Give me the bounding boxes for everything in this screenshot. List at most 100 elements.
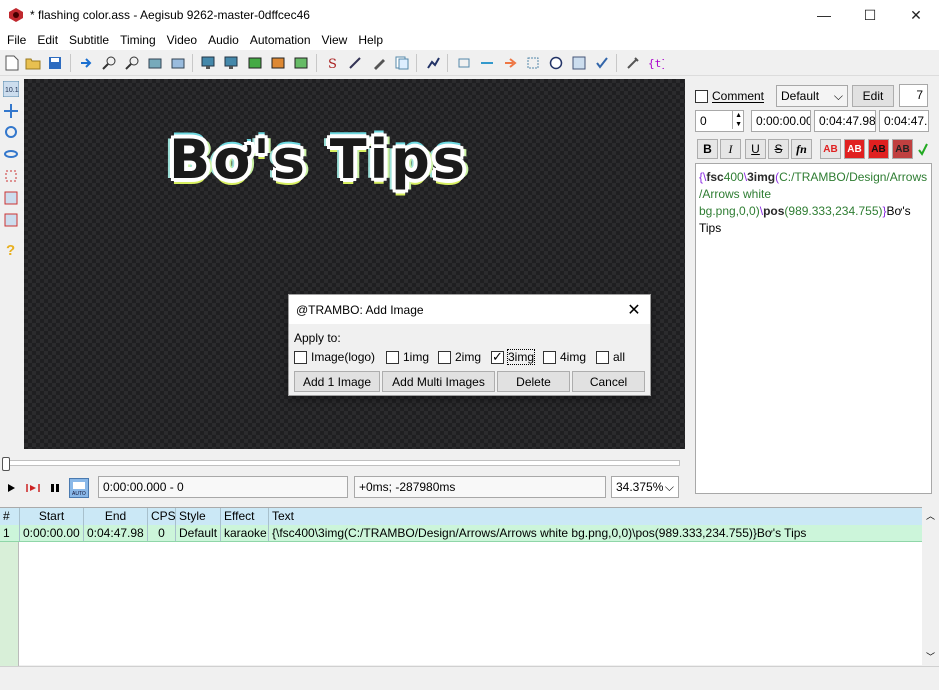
attachments-icon[interactable] — [246, 54, 264, 72]
checkbox-box[interactable] — [543, 350, 556, 364]
duration-field[interactable]: 0:04:47. — [879, 110, 929, 132]
menu-file[interactable]: File — [1, 30, 31, 50]
validate-icon[interactable] — [593, 54, 611, 72]
layer-number-field[interactable]: 7 — [899, 84, 928, 107]
spell-check-icon[interactable] — [370, 54, 388, 72]
primary-color-button[interactable]: AB — [820, 139, 841, 159]
col-header-start[interactable]: Start — [20, 508, 84, 525]
jump-to-icon[interactable] — [77, 54, 95, 72]
checkbox-3img[interactable]: 3img — [491, 349, 536, 365]
table-row[interactable]: 1 0:00:00.00 0:04:47.98 0 Default karaok… — [0, 525, 922, 542]
col-header-end[interactable]: End — [84, 508, 148, 525]
menu-video[interactable]: Video — [161, 30, 202, 50]
resample-icon[interactable] — [292, 54, 310, 72]
play-line-icon[interactable] — [24, 479, 42, 497]
dialog-close-icon[interactable]: ✕ — [623, 299, 645, 321]
comment-checkbox[interactable]: Comment — [695, 89, 764, 103]
automation-icon[interactable] — [424, 54, 442, 72]
script-info-icon[interactable]: S — [323, 54, 341, 72]
drag-tool-icon[interactable] — [2, 102, 20, 120]
options-icon[interactable] — [624, 54, 642, 72]
delete-button[interactable]: Delete — [497, 371, 570, 392]
styles-manager-icon[interactable] — [199, 54, 217, 72]
open-folder-icon[interactable] — [24, 54, 42, 72]
find-replace-icon[interactable] — [570, 54, 588, 72]
seek-thumb[interactable] — [2, 457, 10, 471]
secondary-color-button[interactable]: AB — [844, 139, 865, 159]
checkbox-1img[interactable]: 1img — [386, 350, 429, 364]
menu-timing[interactable]: Timing — [114, 30, 161, 50]
menu-audio[interactable]: Audio — [202, 30, 244, 50]
timing-postprocessor-icon[interactable] — [478, 54, 496, 72]
edit-style-button[interactable]: Edit — [852, 85, 894, 107]
col-header-style[interactable]: Style — [176, 508, 221, 525]
shift-times-icon[interactable] — [455, 54, 473, 72]
italic-button[interactable]: I — [720, 139, 741, 159]
time-display[interactable]: 0:00:00.000 - 0 — [98, 476, 348, 498]
properties-icon[interactable] — [222, 54, 240, 72]
add-multi-images-button[interactable]: Add Multi Images — [382, 371, 495, 392]
layer-spinner[interactable]: 0 ▲ ▼ — [695, 110, 744, 132]
col-header-text[interactable]: Text — [269, 508, 922, 525]
help-icon[interactable]: ? — [2, 240, 20, 258]
subtitle-text-editor[interactable]: {\fsc400\3img(C:/TRAMBO/Design/Arrows/Ar… — [695, 163, 932, 494]
close-button[interactable]: ✕ — [893, 0, 939, 30]
checkbox-box[interactable] — [386, 350, 399, 364]
maximize-button[interactable]: ☐ — [847, 0, 893, 30]
bold-button[interactable]: B — [697, 139, 718, 159]
minimize-button[interactable]: — — [801, 0, 847, 30]
start-time-field[interactable]: 0:00:00.00 — [751, 110, 811, 132]
menu-edit[interactable]: Edit — [31, 30, 63, 50]
assistant-icon[interactable] — [393, 54, 411, 72]
fonts-collector-icon[interactable] — [269, 54, 287, 72]
checkbox-box[interactable] — [438, 350, 451, 364]
tag-icon[interactable]: {t} — [647, 54, 665, 72]
end-time-field[interactable]: 0:04:47.98 — [814, 110, 876, 132]
rotate-xy-tool-icon[interactable] — [2, 145, 20, 163]
checkbox-2img[interactable]: 2img — [438, 350, 481, 364]
outline-color-button[interactable]: AB — [868, 139, 889, 159]
cancel-button[interactable]: Cancel — [572, 371, 645, 392]
pause-icon[interactable] — [46, 479, 64, 497]
menu-view[interactable]: View — [316, 30, 353, 50]
play-icon[interactable] — [2, 479, 20, 497]
new-file-icon[interactable] — [3, 54, 21, 72]
col-header-effect[interactable]: Effect — [221, 508, 269, 525]
seek-track[interactable] — [2, 460, 680, 466]
col-header-cps[interactable]: CPS — [148, 508, 176, 525]
spinner-arrows-icon[interactable]: ▲ ▼ — [732, 111, 742, 129]
grid-scrollbar[interactable]: ︿ ﹀ — [922, 507, 939, 665]
underline-button[interactable]: U — [745, 139, 766, 159]
font-button[interactable]: fn — [791, 139, 812, 159]
scale-tool-icon[interactable] — [2, 167, 20, 185]
scroll-down-icon[interactable]: ﹀ — [926, 650, 935, 663]
rotate-z-tool-icon[interactable] — [2, 123, 20, 141]
add-one-image-button[interactable]: Add 1 Image — [294, 371, 380, 392]
menu-automation[interactable]: Automation — [244, 30, 316, 50]
video-seek-bar[interactable] — [2, 457, 680, 471]
shadow-color-button[interactable]: AB — [892, 139, 913, 159]
snapshot-save-icon[interactable] — [169, 54, 187, 72]
checkbox-image-logo[interactable]: Image(logo) — [294, 350, 375, 364]
zoom-in-icon[interactable] — [100, 54, 118, 72]
select-lines-icon[interactable] — [524, 54, 542, 72]
strikeout-button[interactable]: S — [768, 139, 789, 159]
kanji-timer-icon[interactable] — [501, 54, 519, 72]
commit-check-icon[interactable] — [918, 142, 928, 156]
col-header-number[interactable]: # — [0, 508, 20, 525]
comment-box[interactable] — [695, 89, 708, 103]
snapshot-icon[interactable] — [146, 54, 164, 72]
style-select[interactable]: Default ⌵ — [776, 85, 848, 107]
standard-tool-icon[interactable]: 10.1 — [2, 80, 20, 98]
translation-icon[interactable] — [346, 54, 364, 72]
autoscroll-toggle-icon[interactable]: AUTO — [69, 478, 89, 498]
checkbox-4img[interactable]: 4img — [543, 350, 586, 364]
checkbox-box[interactable] — [294, 350, 307, 364]
clip-tool-icon[interactable] — [2, 189, 20, 207]
menu-subtitle[interactable]: Subtitle — [63, 30, 114, 50]
save-icon[interactable] — [46, 54, 64, 72]
menu-help[interactable]: Help — [352, 30, 388, 50]
vector-clip-tool-icon[interactable] — [2, 211, 20, 229]
timer-icon[interactable] — [547, 54, 565, 72]
checkbox-box[interactable] — [596, 350, 609, 364]
